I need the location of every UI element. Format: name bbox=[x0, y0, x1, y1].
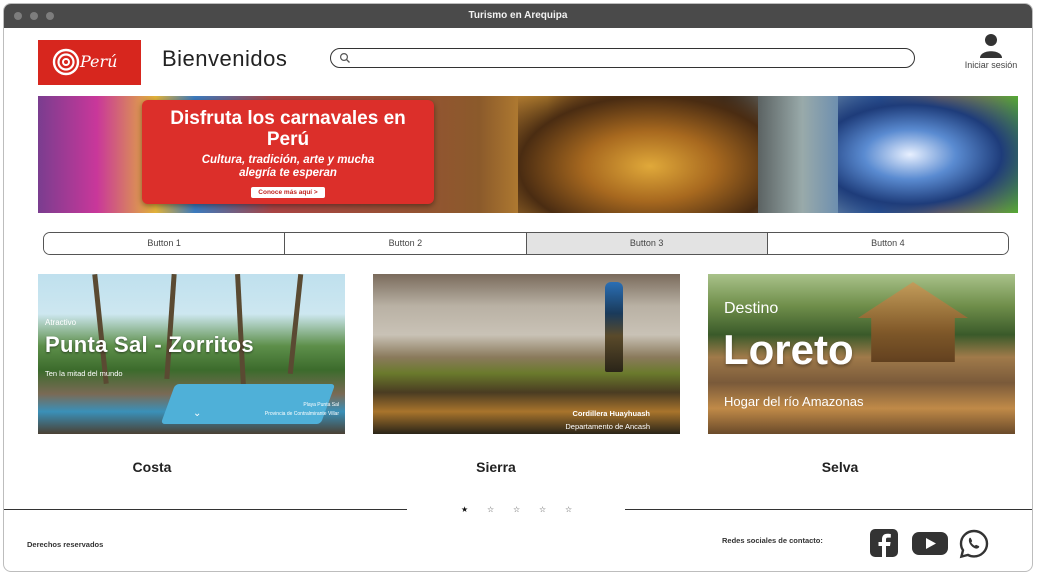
card-selva[interactable]: Destino Loreto Hogar del río Amazonas bbox=[708, 274, 1015, 434]
card-caption-secondary: Provincia de Contralmirante Villar bbox=[264, 411, 339, 417]
card-photo-hiker bbox=[605, 282, 623, 372]
card-sierra[interactable]: Cordillera Huayhuash Departamento de Anc… bbox=[373, 274, 680, 434]
pagination-dot[interactable]: ☆ bbox=[565, 506, 572, 514]
region-label-costa[interactable]: Costa bbox=[38, 459, 266, 475]
promo-subtitle: Cultura, tradición, arte y mucha alegría… bbox=[201, 154, 375, 179]
promo-box: Disfruta los carnavales en Perú Cultura,… bbox=[142, 100, 434, 204]
youtube-icon[interactable] bbox=[911, 528, 949, 558]
pagination-dot-active[interactable]: ★ bbox=[461, 506, 468, 514]
title-bar: Turismo en Arequipa bbox=[4, 4, 1032, 28]
pagination-dots: ★ ☆ ☆ ☆ ☆ bbox=[457, 504, 581, 516]
search-icon bbox=[339, 52, 350, 63]
card-photo-palm bbox=[235, 274, 246, 387]
region-label-selva[interactable]: Selva bbox=[708, 459, 972, 475]
search-input[interactable] bbox=[330, 48, 915, 68]
tab-button-2[interactable]: Button 2 bbox=[285, 233, 527, 254]
page-title: Bienvenidos bbox=[162, 46, 288, 71]
footer-rights: Derechos reservados bbox=[27, 540, 104, 549]
login-button[interactable]: Iniciar sesión bbox=[960, 32, 1022, 70]
card-costa[interactable]: Atractivo Punta Sal - Zorritos Ten la mi… bbox=[38, 274, 345, 434]
window-title: Turismo en Arequipa bbox=[468, 10, 568, 21]
banner-photo-dancer bbox=[518, 96, 758, 213]
tab-button-1[interactable]: Button 1 bbox=[44, 233, 286, 254]
card-photo-palm bbox=[287, 274, 304, 374]
card-eyebrow: Destino bbox=[724, 300, 779, 317]
region-label-sierra[interactable]: Sierra bbox=[373, 459, 619, 475]
facebook-icon[interactable] bbox=[869, 528, 899, 558]
card-caption: Playa Punta Sal bbox=[303, 402, 339, 408]
peru-logo[interactable]: Perú bbox=[38, 40, 141, 85]
pagination-dot[interactable]: ☆ bbox=[487, 506, 494, 514]
peru-logo-swirl-icon bbox=[52, 48, 80, 76]
user-icon bbox=[980, 34, 1002, 58]
card-caption: Cordillera Huayhuash bbox=[572, 409, 650, 418]
hero-banner[interactable]: Disfruta los carnavales en Perú Cultura,… bbox=[38, 96, 1018, 213]
logo-wordmark: Perú bbox=[80, 52, 118, 71]
divider-line bbox=[4, 509, 407, 510]
whatsapp-icon[interactable] bbox=[958, 528, 990, 560]
tab-button-3[interactable]: Button 3 bbox=[526, 233, 768, 254]
card-title: Punta Sal - Zorritos bbox=[45, 332, 254, 357]
footer-social-label: Redes sociales de contacto: bbox=[722, 536, 823, 545]
banner-photo-mask bbox=[838, 96, 1018, 213]
card-eyebrow: Atractivo bbox=[45, 318, 77, 327]
card-photo-palm bbox=[92, 274, 109, 384]
divider-line bbox=[625, 509, 1032, 510]
pagination-dot[interactable]: ☆ bbox=[513, 506, 520, 514]
promo-title: Disfruta los carnavales en Perú bbox=[170, 108, 406, 150]
login-label: Iniciar sesión bbox=[964, 60, 1018, 70]
chevron-down-icon: ⌄ bbox=[193, 408, 202, 419]
card-description: Ten la mitad del mundo bbox=[45, 369, 123, 378]
promo-cta-button[interactable]: Conoce más aquí > bbox=[251, 187, 325, 198]
segmented-control: Button 1 Button 2 Button 3 Button 4 bbox=[43, 232, 1009, 255]
card-description: Hogar del río Amazonas bbox=[724, 394, 864, 409]
card-title: Loreto bbox=[723, 326, 854, 373]
card-photo-hut bbox=[858, 282, 968, 362]
card-caption-secondary: Departamento de Ancash bbox=[565, 422, 650, 431]
tab-button-4[interactable]: Button 4 bbox=[767, 233, 1008, 254]
pagination-dot[interactable]: ☆ bbox=[539, 506, 546, 514]
card-photo-palm bbox=[164, 274, 177, 380]
